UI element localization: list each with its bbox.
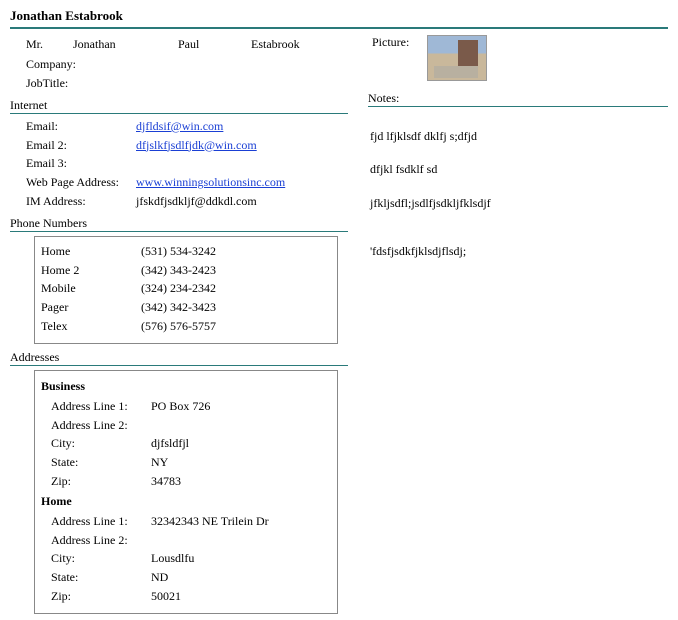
section-phone: Phone Numbers <box>10 216 348 232</box>
phone-row: Mobile(324) 234-2342 <box>41 280 331 297</box>
email2-label: Email 2: <box>26 137 136 154</box>
state-label: State: <box>51 569 151 586</box>
phone-value: (342) 342-3423 <box>141 299 216 316</box>
notes-line: fjd lfjklsdf dklfj s;dfjd <box>370 128 668 145</box>
email2-link[interactable]: dfjslkfjsdlfjdk@win.com <box>136 137 257 154</box>
phone-row: Telex(576) 576-5757 <box>41 318 331 335</box>
business-state: NY <box>151 454 168 471</box>
phone-label: Home 2 <box>41 262 141 279</box>
page-title: Jonathan Estabrook <box>10 8 668 29</box>
section-addresses: Addresses <box>10 350 348 366</box>
phone-label: Mobile <box>41 280 141 297</box>
addr1-label: Address Line 1: <box>51 513 151 530</box>
notes-line: 'fdsfjsdkfjklsdjflsdj; <box>370 243 668 260</box>
business-heading: Business <box>41 379 331 394</box>
picture-label: Picture: <box>372 35 409 50</box>
addr2-label: Address Line 2: <box>51 417 151 434</box>
im-value: jfskdfjsdkljf@ddkdl.com <box>136 193 257 210</box>
state-label: State: <box>51 454 151 471</box>
phone-label: Telex <box>41 318 141 335</box>
webpage-label: Web Page Address: <box>26 174 136 191</box>
email-link[interactable]: djfldsif@win.com <box>136 118 223 135</box>
addr2-label: Address Line 2: <box>51 532 151 549</box>
company-label: Company: <box>26 56 118 73</box>
notes-body: fjd lfjklsdf dklfj s;dfjd dfjkl fsdklf s… <box>370 111 668 276</box>
phone-row: Home(531) 534-3242 <box>41 243 331 260</box>
home-addr1: 32342343 NE Trilein Dr <box>151 513 269 530</box>
phone-label: Pager <box>41 299 141 316</box>
phone-row: Pager(342) 342-3423 <box>41 299 331 316</box>
business-city: djfsldfjl <box>151 435 189 452</box>
notes-line: jfkljsdfl;jsdlfjsdkljfklsdjf <box>370 195 668 212</box>
phone-row: Home 2(342) 343-2423 <box>41 262 331 279</box>
name-last: Estabrook <box>251 35 300 54</box>
addr1-label: Address Line 1: <box>51 398 151 415</box>
address-box: Business Address Line 1:PO Box 726 Addre… <box>34 370 338 614</box>
business-addr1: PO Box 726 <box>151 398 210 415</box>
webpage-link[interactable]: www.winningsolutionsinc.com <box>136 174 285 191</box>
contact-picture <box>427 35 487 81</box>
zip-label: Zip: <box>51 588 151 605</box>
jobtitle-label: JobTitle: <box>26 75 118 92</box>
home-city: Lousdlfu <box>151 550 194 567</box>
phone-value: (531) 534-3242 <box>141 243 216 260</box>
phone-label: Home <box>41 243 141 260</box>
city-label: City: <box>51 435 151 452</box>
section-internet: Internet <box>10 98 348 114</box>
phone-value: (324) 234-2342 <box>141 280 216 297</box>
name-middle: Paul <box>178 35 248 54</box>
phone-value: (576) 576-5757 <box>141 318 216 335</box>
phone-value: (342) 343-2423 <box>141 262 216 279</box>
business-zip: 34783 <box>151 473 181 490</box>
home-heading: Home <box>41 494 331 509</box>
name-first: Jonathan <box>73 35 175 54</box>
phone-box: Home(531) 534-3242 Home 2(342) 343-2423 … <box>34 236 338 344</box>
name-row: Mr. Jonathan Paul Estabrook <box>26 35 348 54</box>
city-label: City: <box>51 550 151 567</box>
email3-label: Email 3: <box>26 155 136 172</box>
notes-label: Notes: <box>368 91 668 107</box>
email-label: Email: <box>26 118 136 135</box>
notes-line: dfjkl fsdklf sd <box>370 161 668 178</box>
home-state: ND <box>151 569 168 586</box>
im-label: IM Address: <box>26 193 136 210</box>
zip-label: Zip: <box>51 473 151 490</box>
name-prefix: Mr. <box>26 35 70 54</box>
home-zip: 50021 <box>151 588 181 605</box>
